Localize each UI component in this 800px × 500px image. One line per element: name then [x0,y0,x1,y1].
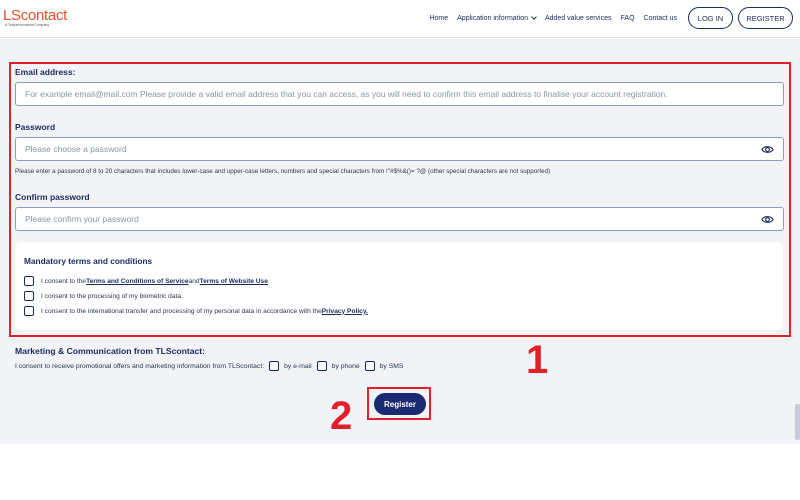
logo-text: LScontact [3,7,68,24]
highlight-box-form [9,62,791,337]
marketing-phone-checkbox[interactable] [316,361,327,371]
marketing-sms-label: by SMS [379,362,404,370]
marketing-consent-row: I consent to receive promotional offers … [15,361,403,371]
footer-area [0,444,800,500]
marketing-phone-label: by phone [331,362,360,370]
highlight-box-register [367,387,431,420]
nav-home[interactable]: Home [429,15,448,22]
marketing-sms-checkbox[interactable] [364,361,375,371]
marketing-email-checkbox[interactable] [269,361,280,371]
annotation-number-1: 1 [526,338,549,382]
nav-added-value-services[interactable]: Added value services [545,15,612,22]
marketing-email-label: by e-mail [284,362,312,370]
top-nav: Home Application information Added value… [429,7,793,29]
register-header-button[interactable]: REGISTER [738,7,793,29]
scrollbar[interactable] [795,404,800,440]
login-button[interactable]: LOG IN [688,7,733,29]
nav-faq[interactable]: FAQ [621,15,635,22]
marketing-text: I consent to receive promotional offers … [15,362,265,370]
header: LScontact A TeleperformanceCompany Home … [0,0,800,38]
nav-contact-us[interactable]: Contact us [644,15,677,22]
annotation-number-2: 2 [330,394,353,438]
nav-application-information[interactable]: Application information [457,13,537,22]
nav-application-information-label: Application information [457,14,528,22]
logo[interactable]: LScontact A TeleperformanceCompany [3,8,67,28]
chevron-down-icon [531,13,537,20]
marketing-title: Marketing & Communication from TLScontac… [15,346,206,356]
